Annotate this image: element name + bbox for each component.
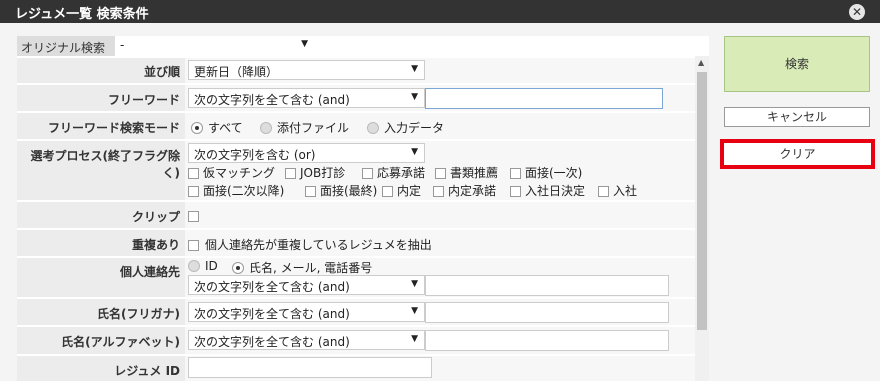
checkbox-naitei[interactable]: 内定 bbox=[382, 182, 421, 199]
chevron-down-icon: ▼ bbox=[411, 64, 418, 74]
dialog-title: レジュメ一覧 検索条件 bbox=[15, 7, 149, 22]
radio-icon bbox=[260, 122, 272, 134]
name-kana-input[interactable] bbox=[425, 302, 669, 323]
checkbox-icon bbox=[188, 211, 199, 222]
original-search-row: オリジナル検索 - ▼ bbox=[17, 36, 314, 56]
name-kana-label: 氏名(フリガナ) bbox=[97, 307, 180, 321]
clip-checkbox[interactable] bbox=[188, 209, 203, 223]
chevron-down-icon: ▼ bbox=[411, 279, 418, 289]
checkbox-kari-matching[interactable]: 仮マッチング bbox=[188, 164, 275, 181]
clear-button[interactable]: クリア bbox=[720, 139, 875, 169]
radio-icon bbox=[188, 260, 200, 272]
contact-mode-select[interactable]: 次の文字列を全て含む (and) ▼ bbox=[188, 275, 425, 295]
chevron-down-icon: ▼ bbox=[411, 92, 418, 102]
checkbox-icon bbox=[433, 186, 444, 197]
checkbox-job-dashin[interactable]: JOB打診 bbox=[285, 164, 345, 181]
radio-selected-icon bbox=[232, 262, 244, 274]
checkbox-icon bbox=[305, 186, 316, 197]
checkbox-nyusha[interactable]: 入社 bbox=[598, 182, 637, 199]
freeword-label: フリーワード bbox=[107, 93, 180, 107]
radio-input-data[interactable]: 入力データ bbox=[367, 119, 444, 136]
checkbox-icon bbox=[285, 168, 296, 179]
chevron-down-icon: ▼ bbox=[411, 306, 418, 316]
original-search-label: オリジナル検索 bbox=[21, 41, 106, 55]
checkbox-mensetsu-2[interactable]: 面接(二次以降) bbox=[188, 182, 284, 199]
search-button[interactable]: 検索 bbox=[724, 36, 870, 92]
process-label-line2: く) bbox=[162, 166, 181, 180]
checkbox-mensetsu-final[interactable]: 面接(最終) bbox=[305, 182, 377, 199]
scrollbar-thumb[interactable] bbox=[697, 72, 707, 330]
radio-icon bbox=[367, 122, 379, 134]
process-mode-select[interactable]: 次の文字列を含む (or) ▼ bbox=[188, 143, 425, 163]
contact-label: 個人連絡先 bbox=[119, 265, 180, 279]
checkbox-shorui-suisen[interactable]: 書類推薦 bbox=[435, 164, 498, 181]
checkbox-icon bbox=[188, 168, 199, 179]
checkbox-icon bbox=[598, 186, 609, 197]
name-kana-mode-select[interactable]: 次の文字列を全て含む (and) ▼ bbox=[188, 302, 425, 322]
resume-id-label: レジュメ ID bbox=[114, 364, 180, 378]
scroll-up-icon[interactable]: ▲ bbox=[698, 58, 704, 67]
sort-select[interactable]: 更新日（降順） ▼ bbox=[188, 60, 425, 80]
vertical-scrollbar[interactable]: ▲ bbox=[695, 56, 709, 381]
name-kana-row: 氏名(フリガナ) 次の文字列を全て含む (and) ▼ bbox=[17, 299, 695, 326]
radio-id[interactable]: ID bbox=[188, 259, 218, 273]
radio-name-mail-phone[interactable]: 氏名, メール, 電話番号 bbox=[232, 259, 372, 276]
process-label-line1: 選考プロセス(終了フラグ除 bbox=[30, 149, 181, 163]
checkbox-naitei-shodaku[interactable]: 内定承諾 bbox=[433, 182, 496, 199]
cancel-button[interactable]: キャンセル bbox=[724, 107, 870, 127]
checkbox-nyusha-kettei[interactable]: 入社日決定 bbox=[510, 182, 585, 199]
freeword-search-mode-label: フリーワード検索モード bbox=[47, 121, 180, 135]
resume-id-row: レジュメ ID bbox=[17, 356, 695, 381]
checkbox-icon bbox=[188, 240, 199, 251]
chevron-down-icon: ▼ bbox=[411, 147, 418, 157]
sort-row: 並び順 更新日（降順） ▼ bbox=[17, 58, 695, 84]
contact-row: 個人連絡先 ID 氏名, メール, 電話番号 次の文字列を全て含む (and) ▼ bbox=[17, 258, 695, 298]
freeword-mode-select[interactable]: 次の文字列を全て含む (and) ▼ bbox=[188, 88, 425, 108]
radio-all[interactable]: すべて bbox=[191, 119, 243, 136]
dialog-titlebar: レジュメ一覧 検索条件 ✕ bbox=[0, 0, 880, 23]
resume-id-input[interactable] bbox=[188, 357, 432, 378]
clip-row: クリップ bbox=[17, 202, 695, 229]
checkbox-mensetsu-1[interactable]: 面接(一次) bbox=[510, 164, 582, 181]
radio-selected-icon bbox=[191, 122, 203, 134]
close-icon[interactable]: ✕ bbox=[849, 4, 865, 20]
checkbox-icon bbox=[362, 168, 373, 179]
checkbox-oubo-shodaku[interactable]: 応募承諾 bbox=[362, 164, 425, 181]
freeword-input[interactable] bbox=[425, 88, 663, 109]
checkbox-icon bbox=[510, 186, 521, 197]
chevron-down-icon: ▼ bbox=[411, 334, 418, 344]
checkbox-icon bbox=[510, 168, 521, 179]
duplicate-checkbox[interactable]: 個人連絡先が重複しているレジュメを抽出 bbox=[188, 236, 432, 253]
clip-label: クリップ bbox=[131, 210, 180, 224]
radio-attachment[interactable]: 添付ファイル bbox=[260, 119, 349, 136]
checkbox-icon bbox=[382, 186, 393, 197]
name-alpha-input[interactable] bbox=[425, 330, 669, 351]
checkbox-icon bbox=[435, 168, 446, 179]
name-alpha-row: 氏名(アルファベット) 次の文字列を全て含む (and) ▼ bbox=[17, 327, 695, 355]
freeword-search-mode-row: フリーワード検索モード すべて 添付ファイル 入力データ bbox=[17, 113, 695, 140]
checkbox-icon bbox=[188, 186, 199, 197]
chevron-down-icon: ▼ bbox=[301, 39, 308, 49]
name-alpha-label: 氏名(アルファベット) bbox=[61, 335, 180, 349]
original-search-select[interactable]: - ▼ bbox=[115, 36, 314, 56]
freeword-row: フリーワード 次の文字列を全て含む (and) ▼ bbox=[17, 85, 695, 112]
contact-input[interactable] bbox=[425, 275, 669, 296]
sort-label: 並び順 bbox=[143, 65, 180, 79]
search-conditions-panel: オリジナル検索 - ▼ 並び順 更新日（降順） ▼ フリーワード 次の文字列を全て含… bbox=[17, 36, 709, 381]
duplicate-label: 重複あり bbox=[131, 238, 180, 252]
process-row: 選考プロセス(終了フラグ除 く) 次の文字列を含む (or) ▼ 仮マッチング J… bbox=[17, 141, 695, 201]
duplicate-row: 重複あり 個人連絡先が重複しているレジュメを抽出 bbox=[17, 230, 695, 257]
name-alpha-mode-select[interactable]: 次の文字列を全て含む (and) ▼ bbox=[188, 330, 425, 350]
